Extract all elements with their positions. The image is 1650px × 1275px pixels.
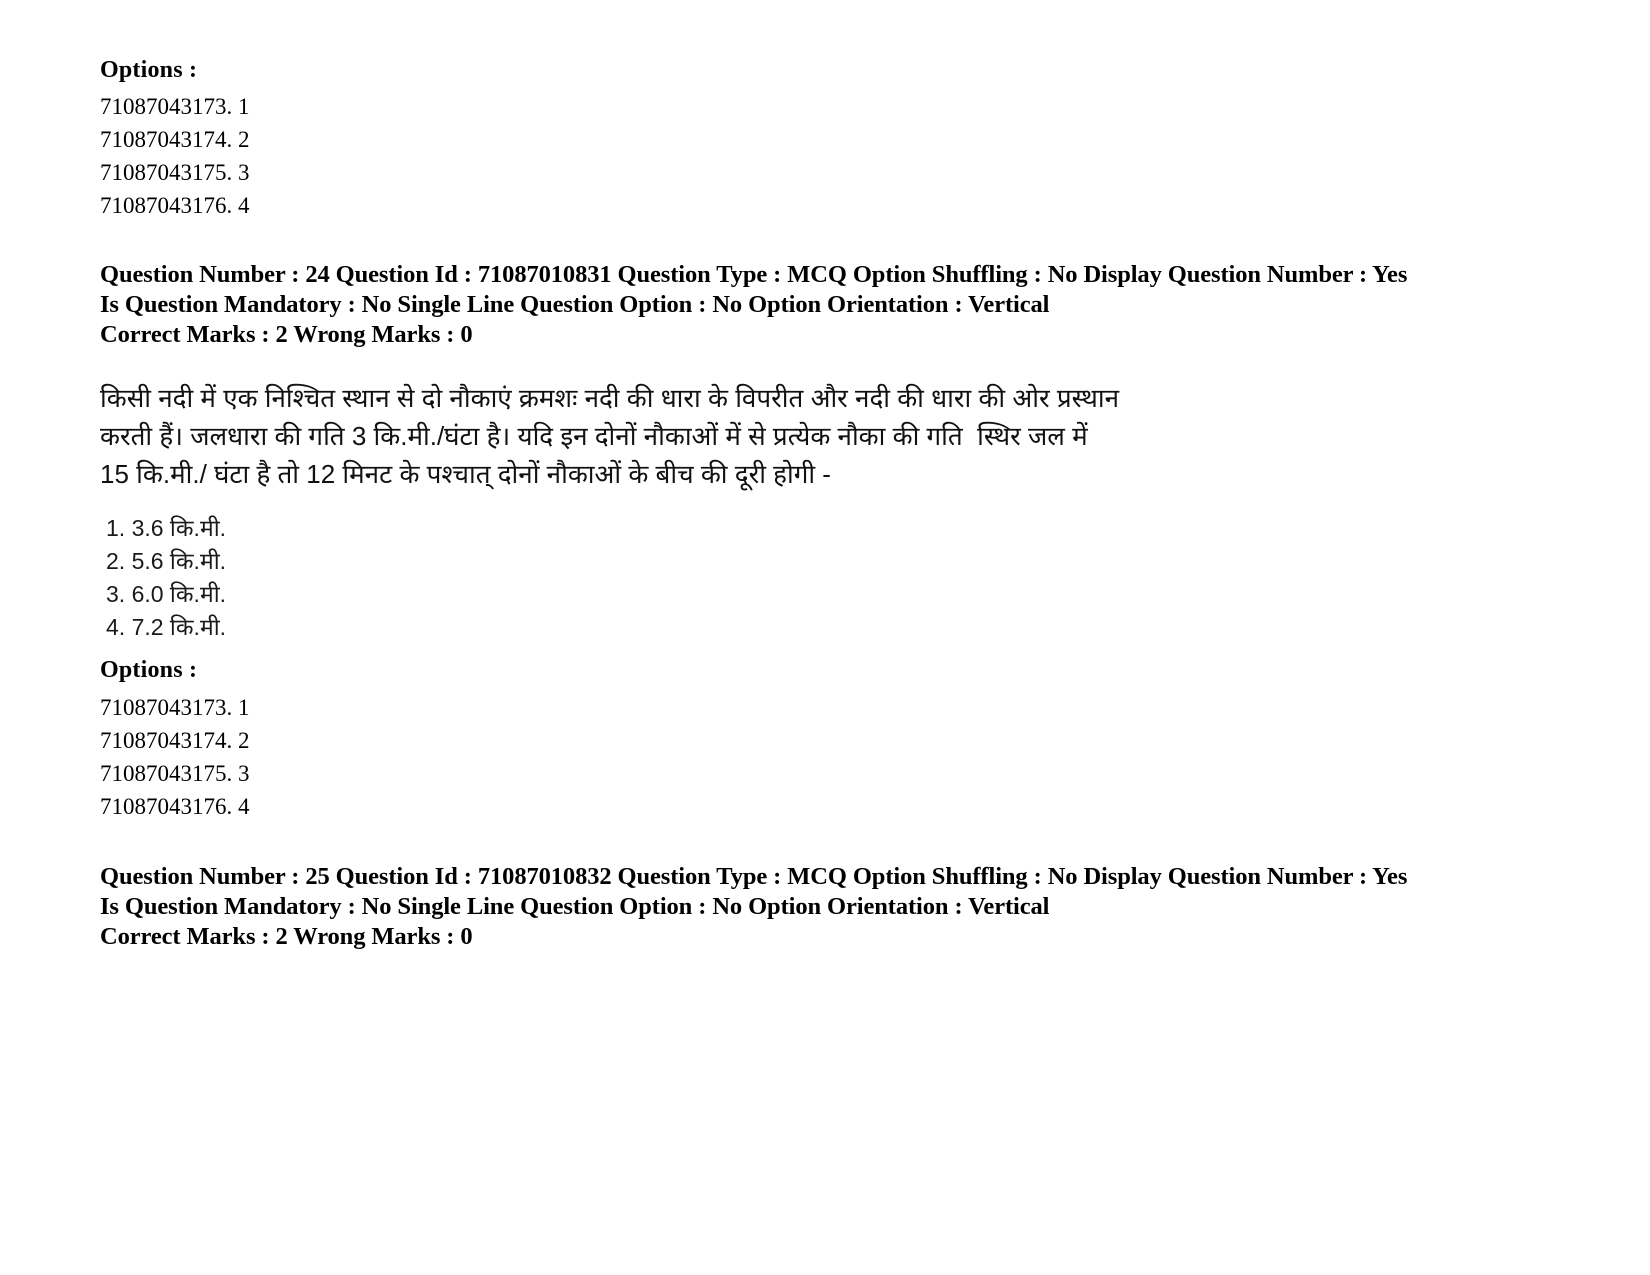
question-24-choice-list: 1. 3.6 कि.मी. 2. 5.6 कि.मी. 3. 6.0 कि.मी… [100,512,226,644]
question-body-line: 15 कि.मी./ घंटा है तो 12 मिनट के पश्चात्… [100,459,831,489]
choice-item-3[interactable]: 3. 6.0 कि.मी. [100,578,226,611]
options-label-top: Options : [100,57,198,83]
options-label-question-24: Options : [100,657,198,683]
option-id-list-top: 71087043173. 1 71087043174. 2 7108704317… [100,90,250,222]
choice-item-1[interactable]: 1. 3.6 कि.मी. [100,512,226,545]
question-24-marks-line: Correct Marks : 2 Wrong Marks : 0 [100,321,473,348]
option-id-item: 71087043175. 3 [100,160,250,185]
option-id-list-question-24: 71087043173. 1 71087043174. 2 7108704317… [100,691,250,823]
choice-item-2[interactable]: 2. 5.6 कि.मी. [100,545,226,578]
option-id-item: 71087043176. 4 [100,794,250,819]
option-id-item: 71087043176. 4 [100,193,250,218]
question-25-marks-line: Correct Marks : 2 Wrong Marks : 0 [100,923,473,950]
choice-item-4[interactable]: 4. 7.2 कि.मी. [100,611,226,644]
option-id-item: 71087043174. 2 [100,728,250,753]
option-id-item: 71087043173. 1 [100,695,250,720]
question-25-meta-line: Question Number : 25 Question Id : 71087… [100,863,1408,920]
question-body-line: किसी नदी में एक निश्चित स्थान से दो नौका… [100,383,1120,413]
question-24-meta-line: Question Number : 24 Question Id : 71087… [100,261,1408,318]
question-24-body: किसी नदी में एक निश्चित स्थान से दो नौका… [100,379,1160,493]
option-id-item: 71087043174. 2 [100,127,250,152]
question-body-line: करती हैं। जलधारा की गति 3 कि.मी./घंटा है… [100,421,1088,451]
option-id-item: 71087043175. 3 [100,761,250,786]
document-page: Options : 71087043173. 1 71087043174. 2 … [0,0,1650,1275]
option-id-item: 71087043173. 1 [100,94,250,119]
